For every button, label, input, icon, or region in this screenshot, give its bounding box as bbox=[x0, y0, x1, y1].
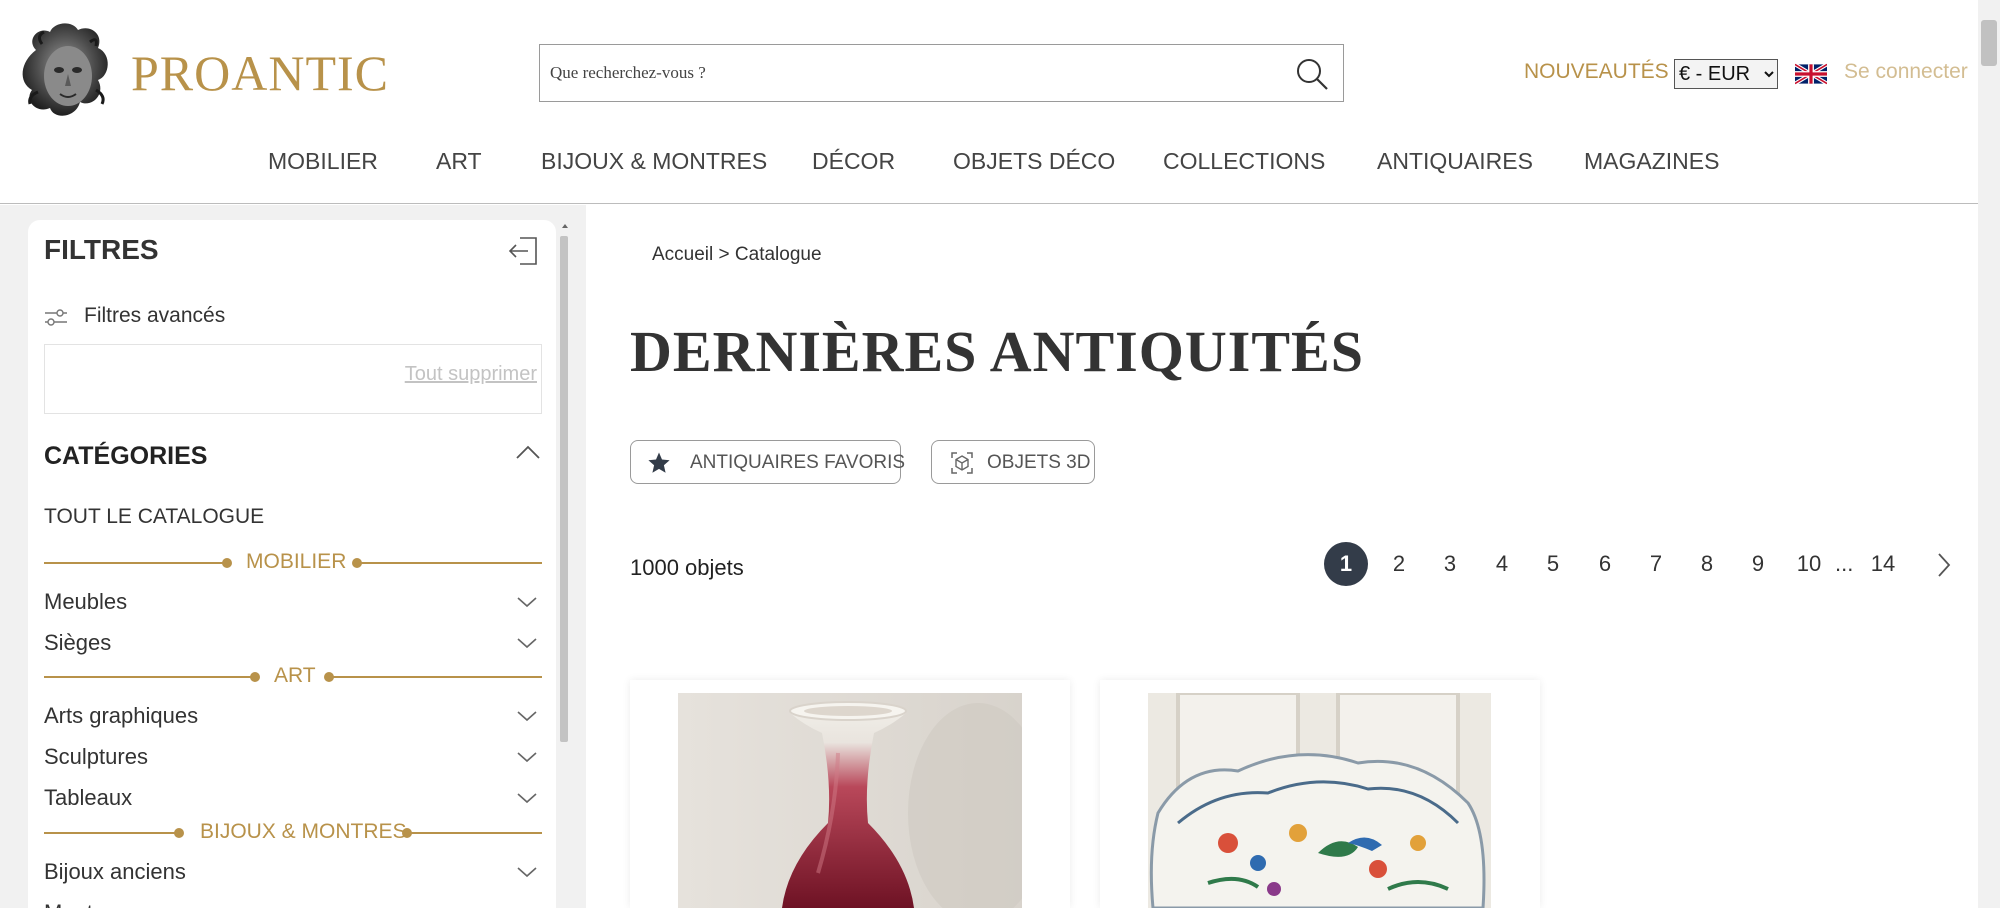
page-1-button[interactable]: 1 bbox=[1324, 542, 1368, 586]
page-2-button[interactable]: 2 bbox=[1389, 542, 1409, 586]
sliders-icon bbox=[45, 309, 67, 326]
divider-line bbox=[360, 562, 542, 564]
all-catalogue-link[interactable]: TOUT LE CATALOGUE bbox=[44, 505, 264, 529]
filters-scroll-thumb[interactable] bbox=[560, 236, 568, 742]
chevron-down-icon bbox=[517, 793, 537, 804]
star-icon bbox=[648, 452, 670, 473]
breadcrumb: Accueil > Catalogue bbox=[652, 244, 822, 266]
objects-3d-chip[interactable]: OBJETS 3D bbox=[931, 440, 1095, 484]
filters-panel: FILTRES Filtres avancés Tout supprimer C… bbox=[28, 220, 556, 908]
category-item-arts-graphiques[interactable]: Arts graphiques bbox=[44, 701, 542, 731]
category-item-sieges[interactable]: Sièges bbox=[44, 628, 542, 658]
category-label: Arts graphiques bbox=[44, 703, 199, 728]
category-item-tableaux[interactable]: Tableaux bbox=[44, 783, 542, 813]
favorite-dealers-chip[interactable]: ANTIQUAIRES FAVORIS bbox=[630, 440, 905, 484]
chevron-down-icon bbox=[517, 711, 537, 722]
section-label-bijoux-montres: BIJOUX & MONTRES bbox=[200, 820, 407, 843]
divider-dot bbox=[250, 672, 260, 682]
breadcrumb-home-link[interactable]: Accueil bbox=[652, 244, 713, 265]
nouveautes-link[interactable]: NOUVEAUTÉS bbox=[1524, 60, 1669, 84]
chevron-down-icon bbox=[517, 867, 537, 878]
chevron-right-icon[interactable] bbox=[1934, 552, 1954, 578]
medusa-logo-icon[interactable] bbox=[16, 20, 116, 124]
site-header: PROANTIC NOUVEAUTÉS € - EUR Se connecter… bbox=[0, 0, 1978, 204]
login-link[interactable]: Se connecter bbox=[1844, 60, 1968, 84]
page-scroll-thumb[interactable] bbox=[1981, 20, 1997, 66]
search-input[interactable] bbox=[550, 45, 1270, 101]
chevron-down-icon bbox=[517, 638, 537, 649]
category-label: Meubles bbox=[44, 589, 128, 614]
nav-item-mobilier[interactable]: MOBILIER bbox=[268, 148, 378, 175]
category-label: Bijoux anciens bbox=[44, 859, 186, 884]
categories-title: CATÉGORIES bbox=[44, 442, 208, 470]
page-6-button[interactable]: 6 bbox=[1595, 542, 1615, 586]
section-divider-mobilier: MOBILIER bbox=[44, 550, 542, 576]
nav-item-art[interactable]: ART bbox=[436, 148, 482, 175]
nav-item-bijoux-montres[interactable]: BIJOUX & MONTRES bbox=[541, 148, 767, 175]
divider-dot bbox=[222, 558, 232, 568]
divider-line bbox=[332, 676, 542, 678]
advanced-filters-label: Filtres avancés bbox=[84, 304, 226, 327]
product-image-vase bbox=[678, 693, 1022, 908]
section-label-art: ART bbox=[274, 664, 316, 687]
product-card[interactable] bbox=[630, 680, 1070, 908]
breadcrumb-separator: > bbox=[718, 244, 730, 265]
pagination: 1 2 3 4 5 6 7 8 9 10 ... 14 bbox=[1320, 542, 1960, 588]
category-item-bijoux-anciens[interactable]: Bijoux anciens bbox=[44, 857, 542, 887]
favorite-dealers-label: ANTIQUAIRES FAVORIS bbox=[690, 452, 906, 473]
section-label-mobilier: MOBILIER bbox=[246, 550, 347, 573]
divider-line bbox=[44, 832, 178, 834]
search-bar bbox=[539, 44, 1344, 102]
category-item-montres[interactable]: Montres bbox=[44, 898, 542, 908]
section-divider-bijoux-montres: BIJOUX & MONTRES bbox=[44, 820, 542, 846]
pagination-ellipsis: ... bbox=[1835, 551, 1854, 576]
clear-all-filters-link[interactable]: Tout supprimer bbox=[405, 363, 537, 386]
main-navigation: MOBILIER ART BIJOUX & MONTRES DÉCOR OBJE… bbox=[0, 148, 1978, 180]
page-5-button[interactable]: 5 bbox=[1543, 542, 1563, 586]
category-label: Montres bbox=[44, 900, 123, 908]
page-14-button[interactable]: 14 bbox=[1868, 542, 1898, 586]
page-title: DERNIÈRES ANTIQUITÉS bbox=[630, 319, 1364, 384]
nav-item-antiquaires[interactable]: ANTIQUAIRES bbox=[1377, 148, 1533, 175]
active-filters-box: Tout supprimer bbox=[44, 344, 542, 414]
divider-line bbox=[44, 562, 224, 564]
filters-title: FILTRES bbox=[44, 234, 159, 265]
nav-item-objets-deco[interactable]: OBJETS DÉCO bbox=[953, 148, 1115, 175]
page-7-button[interactable]: 7 bbox=[1646, 542, 1666, 586]
breadcrumb-current: Catalogue bbox=[734, 244, 822, 265]
category-label: Sculptures bbox=[44, 744, 148, 769]
uk-flag-icon[interactable] bbox=[1795, 62, 1827, 86]
category-item-sculptures[interactable]: Sculptures bbox=[44, 742, 542, 772]
nav-item-magazines[interactable]: MAGAZINES bbox=[1584, 148, 1719, 175]
chevron-down-icon bbox=[517, 752, 537, 763]
chevron-up-icon[interactable] bbox=[514, 442, 542, 462]
page-scrollbar[interactable] bbox=[1978, 0, 2000, 908]
section-divider-art: ART bbox=[44, 664, 542, 690]
divider-line bbox=[44, 676, 254, 678]
search-icon[interactable] bbox=[1295, 57, 1329, 91]
collapse-panel-icon[interactable] bbox=[506, 234, 540, 268]
category-item-meubles[interactable]: Meubles bbox=[44, 587, 542, 617]
currency-select[interactable]: € - EUR bbox=[1674, 59, 1778, 89]
chevron-down-icon bbox=[517, 597, 537, 608]
objects-3d-label: OBJETS 3D bbox=[987, 452, 1091, 473]
page-4-button[interactable]: 4 bbox=[1492, 542, 1512, 586]
divider-dot bbox=[174, 828, 184, 838]
site-logo-text[interactable]: PROANTIC bbox=[131, 44, 389, 102]
page-8-button[interactable]: 8 bbox=[1697, 542, 1717, 586]
page-10-button[interactable]: 10 bbox=[1794, 542, 1824, 586]
product-card[interactable] bbox=[1100, 680, 1540, 908]
page-9-button[interactable]: 9 bbox=[1748, 542, 1768, 586]
results-count: 1000 objets bbox=[630, 555, 744, 580]
cube-3d-icon bbox=[951, 452, 973, 474]
nav-item-collections[interactable]: COLLECTIONS bbox=[1163, 148, 1325, 175]
filters-scrollbar[interactable] bbox=[558, 220, 572, 908]
category-label: Tableaux bbox=[44, 785, 133, 810]
scroll-up-arrow-icon[interactable] bbox=[562, 224, 568, 228]
category-label: Sièges bbox=[44, 630, 112, 655]
page-3-button[interactable]: 3 bbox=[1440, 542, 1460, 586]
divider-line bbox=[410, 832, 542, 834]
product-image-faience-platter bbox=[1148, 693, 1491, 908]
nav-item-decor[interactable]: DÉCOR bbox=[812, 148, 895, 175]
